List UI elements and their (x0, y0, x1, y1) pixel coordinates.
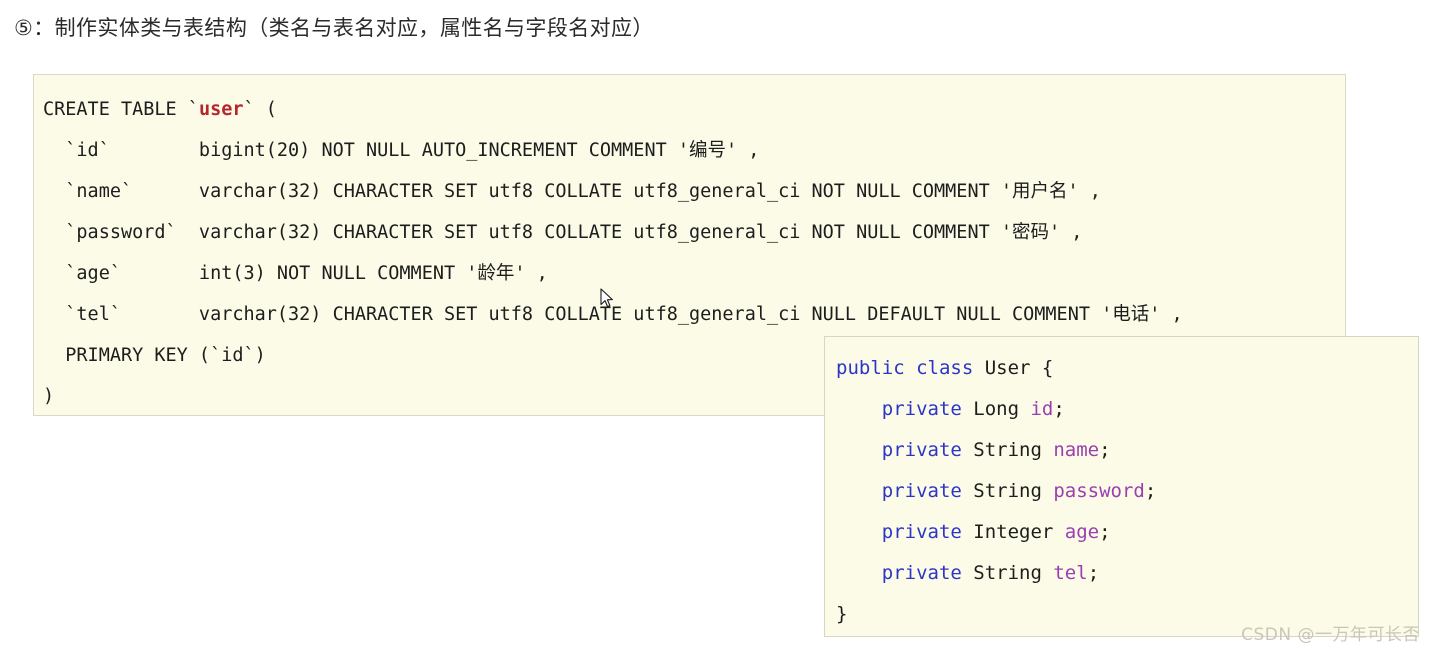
java-semicolon-password: ; (1144, 480, 1157, 502)
java-field-tel: tel (1053, 562, 1088, 584)
sql-table-name-token: user (198, 99, 244, 120)
java-field-name: name (1053, 439, 1100, 461)
java-keyword-private-password: private (836, 480, 962, 502)
java-line-field-tel: private String tel; (836, 553, 1156, 594)
java-type-age: Integer (961, 521, 1065, 543)
java-keyword-private-id: private (836, 398, 962, 420)
java-type-password: String (961, 480, 1054, 502)
java-type-name: String (961, 439, 1054, 461)
sql-line-column-name: `name` varchar(32) CHARACTER SET utf8 CO… (43, 181, 1101, 202)
java-line-field-name: private String name; (836, 430, 1156, 471)
sql-line-column-tel: `tel` varchar(32) CHARACTER SET utf8 COL… (43, 304, 1183, 325)
java-field-id: id (1030, 398, 1054, 420)
java-field-password: password (1053, 480, 1145, 502)
sql-line-create: CREATE TABLE `user` ( (43, 89, 1183, 130)
java-line-class-decl: public class User { (836, 348, 1156, 389)
java-line-field-password: private String password; (836, 471, 1157, 512)
sql-line-column-age: `age` int(3) NOT NULL COMMENT '龄年' , (43, 263, 548, 284)
java-open-brace: { (1041, 357, 1054, 379)
java-line-field-age: private Integer age; (836, 512, 1156, 553)
java-type-id: Long (961, 398, 1031, 420)
sql-create-suffix: ` ( (243, 99, 277, 120)
java-keyword-private-tel: private (836, 562, 962, 584)
java-class-name: User (973, 357, 1042, 379)
page-title: ⑤：制作实体类与表结构（类名与表名对应，属性名与字段名对应） (14, 16, 654, 40)
sql-line-column-password: `password` varchar(32) CHARACTER SET utf… (43, 222, 1083, 243)
sql-create-prefix: CREATE TABLE ` (43, 99, 199, 120)
java-type-tel: String (961, 562, 1054, 584)
java-code-panel[interactable]: public class User { private Long id; pri… (824, 336, 1419, 637)
csdn-watermark: CSDN @一万年可长否 (1241, 625, 1420, 645)
java-field-age: age (1064, 521, 1100, 543)
sql-line-column-id: `id` bigint(20) NOT NULL AUTO_INCREMENT … (43, 140, 760, 161)
java-semicolon-age: ; (1099, 521, 1111, 543)
java-semicolon-id: ; (1053, 398, 1065, 420)
java-semicolon-tel: ; (1087, 562, 1100, 584)
java-semicolon-name: ; (1099, 439, 1111, 461)
java-keyword-private-name: private (836, 439, 962, 461)
java-keyword-public-class: public class (836, 357, 974, 379)
java-line-close-brace: } (836, 603, 848, 625)
java-code-text: public class User { private Long id; pri… (836, 348, 1156, 635)
java-line-field-id: private Long id; (836, 389, 1156, 430)
java-keyword-private-age: private (836, 521, 962, 543)
